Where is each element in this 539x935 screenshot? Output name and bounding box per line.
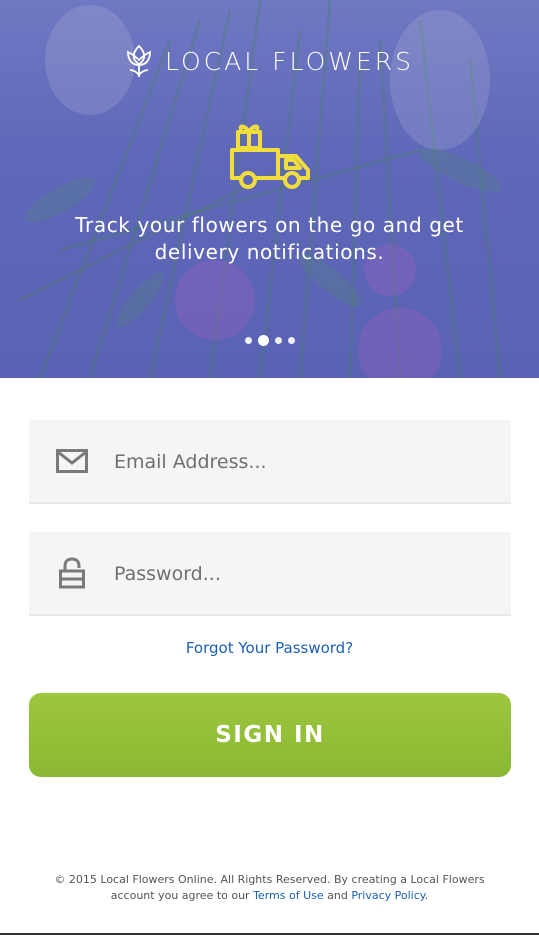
footer-end-text: . (424, 889, 429, 902)
password-field-container (29, 532, 511, 616)
terms-of-use-link[interactable]: Terms of Use (253, 889, 324, 902)
carousel-dot[interactable] (287, 337, 295, 344)
sign-in-button[interactable]: SIGN IN (29, 693, 511, 777)
forgot-password-link[interactable]: Forgot Your Password? (0, 639, 539, 657)
legal-footer: © 2015 Local Flowers Online. All Rights … (40, 872, 499, 904)
email-input[interactable] (112, 420, 496, 504)
email-field-container (29, 420, 511, 504)
gift-truck-icon (230, 124, 310, 189)
carousel-indicator (0, 335, 539, 346)
password-input[interactable] (112, 532, 496, 616)
carousel-dot[interactable] (274, 337, 282, 344)
privacy-policy-link[interactable]: Privacy Policy (351, 889, 424, 902)
lock-icon (56, 557, 88, 589)
logo-text: LOCAL FLOWERS (165, 46, 414, 76)
carousel-dot-active[interactable] (257, 335, 269, 346)
carousel-dot[interactable] (244, 337, 252, 344)
hero-tagline: Track your flowers on the go and get del… (75, 213, 464, 264)
envelope-icon (56, 445, 88, 477)
tulip-logo-icon (127, 44, 151, 77)
hero-banner: LOCAL FLOWERS Track your flowers on the … (0, 0, 539, 378)
footer-and-text: and (323, 889, 352, 902)
app-logo: LOCAL FLOWERS (0, 44, 539, 78)
